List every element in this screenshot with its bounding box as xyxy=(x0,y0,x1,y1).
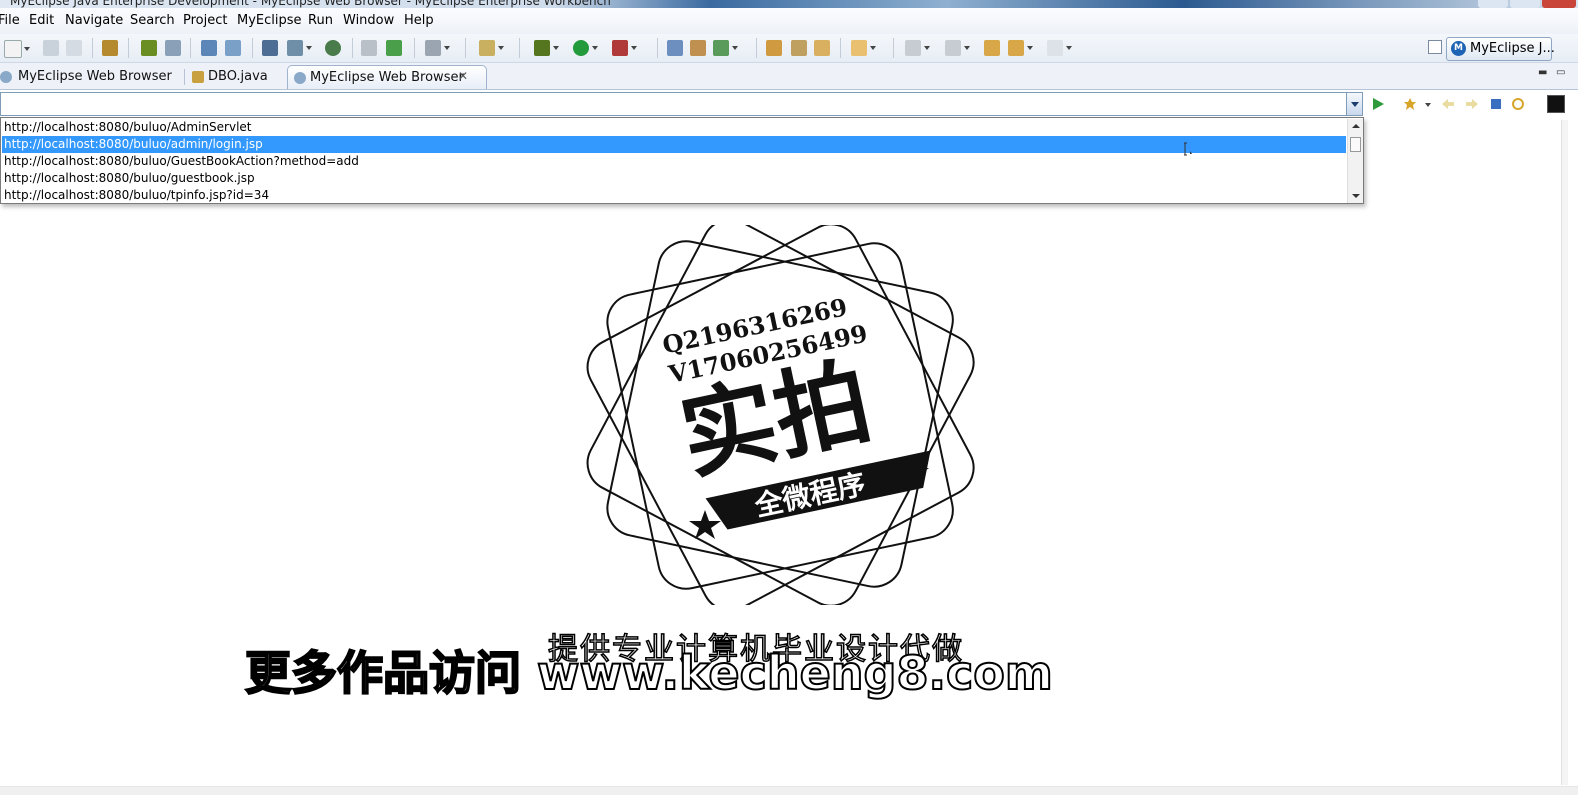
suggestion-item[interactable]: http://localhost:8080/buluo/tpinfo.jsp?i… xyxy=(2,187,1346,204)
undeploy-icon[interactable] xyxy=(225,40,241,56)
suggestion-scrollbar[interactable] xyxy=(1347,119,1363,203)
editor-tab-bar: MyEclipse Web Browser DBO.java MyEclipse… xyxy=(0,63,1578,90)
open-folder-icon[interactable] xyxy=(814,40,830,56)
minimize-icon[interactable]: ▬ xyxy=(1538,67,1547,78)
tab-web-browser-1[interactable]: MyEclipse Web Browser xyxy=(0,65,180,89)
deploy-icon[interactable] xyxy=(201,40,217,56)
build-icon[interactable] xyxy=(361,40,377,56)
menu-edit[interactable]: Edit xyxy=(29,13,54,28)
myeclipse-icon: M xyxy=(1451,41,1466,56)
next-annotation-icon[interactable] xyxy=(905,40,930,56)
save-all-icon[interactable] xyxy=(66,40,82,56)
url-dropdown-button[interactable] xyxy=(1346,93,1362,115)
menu-window[interactable]: Window xyxy=(343,13,394,28)
perspective-label: MyEclipse J... xyxy=(1470,41,1555,56)
server-icon[interactable] xyxy=(165,40,181,56)
main-toolbar xyxy=(0,34,1578,63)
debug-icon[interactable] xyxy=(141,40,157,56)
favorites-dropdown-icon[interactable] xyxy=(1424,97,1432,111)
scroll-up-icon[interactable] xyxy=(1352,124,1360,128)
menu-project[interactable]: Project xyxy=(183,13,227,28)
open-resource-icon[interactable] xyxy=(690,40,706,56)
forward-nav-icon[interactable] xyxy=(1465,97,1479,111)
close-icon[interactable]: ✕ xyxy=(458,69,468,83)
url-suggestion-list: http://localhost:8080/buluo/AdminServlet… xyxy=(0,117,1364,204)
scroll-thumb[interactable] xyxy=(1350,137,1361,152)
menu-file[interactable]: File xyxy=(0,13,20,28)
folder-icon[interactable] xyxy=(766,40,782,56)
run-icon[interactable] xyxy=(573,40,598,56)
suggestion-item[interactable]: http://localhost:8080/buluo/guestbook.js… xyxy=(2,170,1346,187)
save-icon[interactable] xyxy=(43,40,59,56)
text-cursor-icon xyxy=(1184,142,1192,156)
forward-icon[interactable] xyxy=(1047,40,1072,56)
wizard-icon[interactable] xyxy=(287,40,312,56)
package-explorer-icon[interactable] xyxy=(851,40,876,56)
refresh-icon[interactable] xyxy=(713,40,738,56)
star-icon xyxy=(689,510,721,539)
stop-icon[interactable] xyxy=(1489,97,1503,111)
open-type-icon[interactable] xyxy=(667,40,683,56)
maximize-button[interactable] xyxy=(1510,0,1540,8)
add-icon[interactable] xyxy=(386,40,402,56)
go-icon[interactable] xyxy=(1371,97,1385,111)
menu-navigate[interactable]: Navigate xyxy=(65,13,123,28)
suggestion-item-selected[interactable]: http://localhost:8080/buluo/admin/login.… xyxy=(2,136,1346,153)
favorites-icon[interactable] xyxy=(1403,97,1417,111)
maximize-icon[interactable]: ▭ xyxy=(1556,67,1565,78)
pin-icon[interactable] xyxy=(791,40,807,56)
minimize-button[interactable] xyxy=(1478,0,1508,8)
perspective-button[interactable]: M MyEclipse J... xyxy=(1446,37,1555,61)
new-icon[interactable] xyxy=(4,40,30,58)
watermark-stamp: Q2196316269 V17060256499 实拍 全微程序 xyxy=(586,225,975,605)
tab-label: MyEclipse Web Browser xyxy=(18,69,172,84)
suggestion-item[interactable]: http://localhost:8080/buluo/AdminServlet xyxy=(2,119,1346,136)
globe-icon xyxy=(0,71,12,83)
refresh-page-icon[interactable] xyxy=(1511,97,1525,111)
web-browser-icon[interactable] xyxy=(325,40,341,56)
external-tools-icon[interactable] xyxy=(612,40,637,56)
watermark-line-2: 更多作品访问 www.kecheng8.com xyxy=(244,645,1054,701)
java-file-icon xyxy=(192,71,204,83)
back-nav-icon[interactable] xyxy=(1441,97,1455,111)
task-icon[interactable] xyxy=(479,40,504,56)
suggestion-item[interactable]: http://localhost:8080/buluo/GuestBookAct… xyxy=(2,153,1346,170)
window-title-bar: MyEclipse Java Enterprise Development - … xyxy=(0,0,1578,8)
tab-dbo-java[interactable]: DBO.java xyxy=(190,65,280,89)
prev-annotation-icon[interactable] xyxy=(945,40,970,56)
vertical-scrollbar[interactable] xyxy=(1561,120,1568,785)
url-input[interactable] xyxy=(0,92,1363,116)
globe-icon xyxy=(294,72,306,84)
menu-search[interactable]: Search xyxy=(130,13,175,28)
monitor-icon[interactable] xyxy=(425,40,450,56)
tab-label: MyEclipse Web Browser xyxy=(310,70,464,85)
menu-myeclipse[interactable]: MyEclipse xyxy=(237,13,302,28)
open-perspective-icon[interactable] xyxy=(1428,40,1442,54)
db-icon[interactable] xyxy=(262,40,278,56)
debug-run-icon[interactable] xyxy=(534,40,559,56)
tab-web-browser-active[interactable]: MyEclipse Web Browser ✕ xyxy=(287,65,487,89)
last-edit-icon[interactable] xyxy=(984,40,1000,56)
close-window-button[interactable] xyxy=(1542,0,1576,8)
console-icon[interactable] xyxy=(1547,95,1565,113)
menu-help[interactable]: Help xyxy=(404,13,434,28)
scroll-down-icon[interactable] xyxy=(1352,194,1360,198)
tab-label: DBO.java xyxy=(208,69,268,84)
window-title: MyEclipse Java Enterprise Development - … xyxy=(10,0,611,8)
back-icon[interactable] xyxy=(1008,40,1033,56)
menu-run[interactable]: Run xyxy=(308,13,333,28)
package-icon[interactable] xyxy=(102,40,118,56)
menu-bar: File Edit Navigate Search Project MyEcli… xyxy=(0,8,1578,35)
